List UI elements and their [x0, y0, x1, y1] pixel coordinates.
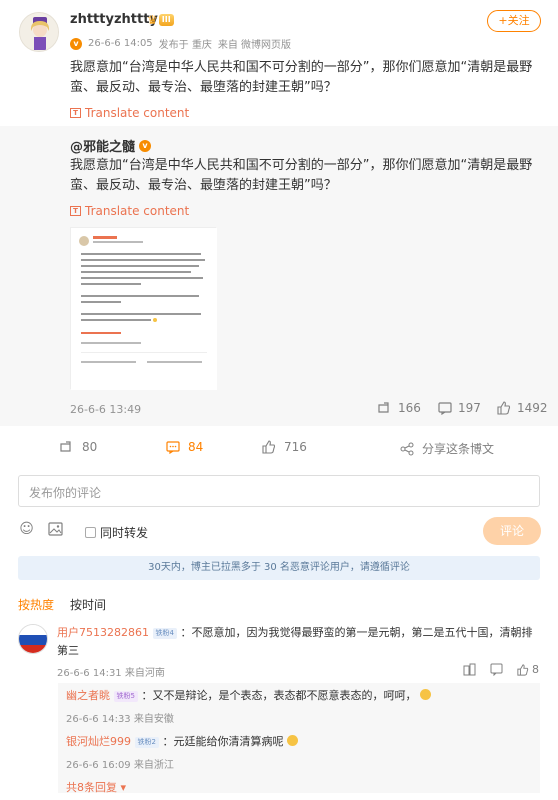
reply-text: ：元廷能给你清清算病呢	[162, 735, 284, 748]
fan-badge: 铁粉4	[152, 628, 177, 639]
comment-source: 来自河南	[124, 668, 165, 679]
repost-icon	[60, 440, 71, 452]
translate-label: Translate content	[85, 106, 190, 120]
reply-user[interactable]: 幽之者眺	[66, 689, 110, 702]
reply-source: 来自安徽	[133, 714, 174, 725]
image-upload-icon[interactable]	[48, 522, 63, 537]
comment-tools: ☺	[19, 522, 63, 537]
sort-tabs: 按热度 按时间	[18, 596, 106, 613]
translate-label: Translate content	[85, 204, 190, 218]
crown-icon: ♛	[147, 13, 158, 27]
repost-repost-count[interactable]: 166	[378, 401, 421, 415]
repost-image-thumbnail[interactable]	[70, 227, 217, 390]
reply-meta: 26-6-6 16:09 来自浙江	[66, 756, 174, 771]
post-text: 我愿意加“台湾是中华人民共和国不可分割的一部分”，那你们愿意加“清朝是最野蛮、最…	[70, 60, 533, 95]
reply-source: 来自浙江	[133, 760, 174, 771]
post-date[interactable]: 26-6-6 14:05	[88, 38, 153, 49]
repost-author-name[interactable]: @邪能之髓	[70, 136, 135, 155]
like-button[interactable]: 716	[262, 440, 307, 454]
translate-icon: T	[70, 108, 81, 118]
more-replies-link[interactable]: 共8条回复 ▾	[66, 779, 126, 795]
tab-time[interactable]: 按时间	[70, 596, 106, 613]
reply-item: 银河灿烂999 铁粉2 ：元廷能给你清清算病呢	[66, 734, 298, 750]
comment-count: 84	[188, 440, 204, 454]
checkbox[interactable]	[85, 527, 96, 538]
like-count-value: 1492	[517, 401, 548, 415]
comment-meta: 26-6-6 14:31 来自河南	[57, 664, 165, 679]
post-location: 发布于 重庆	[158, 40, 212, 51]
submit-comment-button[interactable]: 评论	[483, 517, 541, 545]
translate-icon: T	[70, 206, 81, 216]
reply-text: ：又不是辩论，是个表态，表态都不愿意表态的，呵呵，	[141, 689, 417, 702]
reply-icon[interactable]	[490, 663, 503, 676]
comment-body: 用户7513282861 铁粉4 ：不愿意加，因为我觉得最野蛮的第一是元朝，第二…	[57, 624, 541, 660]
verified-icon: v	[139, 139, 152, 152]
comment-like-button[interactable]: 8	[517, 663, 539, 676]
reply-user[interactable]: 银河灿烂999	[66, 735, 131, 748]
repost-button[interactable]: 80	[60, 440, 97, 454]
thumbs-up-icon	[497, 401, 511, 415]
follow-button[interactable]: +关注	[487, 10, 541, 32]
comment-actions: 8	[463, 663, 539, 676]
share-button[interactable]: 分享这条博文	[400, 440, 494, 457]
moderation-notice[interactable]: 30天内，博主已拉黑多于 30 名恶意评论用户，请遵循评论	[18, 556, 540, 580]
thumbs-up-icon	[262, 440, 276, 454]
fan-badge: 铁粉5	[113, 691, 138, 702]
comment-icon	[166, 440, 180, 454]
thumbs-up-icon	[517, 663, 529, 676]
reply-item: 幽之者眺 铁粉5 ：又不是辩论，是个表态，表态都不愿意表态的，呵呵，	[66, 688, 431, 704]
repost-date[interactable]: 26-6-6 13:49	[70, 403, 141, 416]
share-icon	[400, 442, 414, 455]
reply-meta: 26-6-6 14:33 来自安徽	[66, 710, 174, 725]
translate-link[interactable]: T Translate content	[70, 106, 189, 120]
tab-hot[interactable]: 按热度	[18, 596, 54, 613]
share-label: 分享这条博文	[422, 442, 495, 456]
repost-like-count[interactable]: 1492	[497, 401, 548, 415]
vip-badge: ♛ III	[147, 13, 174, 27]
report-icon[interactable]	[463, 663, 476, 676]
repost-text: 我愿意加“台湾是中华人民共和国不可分割的一部分”，那你们愿意加“清朝是最野蛮、最…	[70, 158, 533, 193]
comment-input[interactable]: 发布你的评论	[18, 475, 540, 507]
repost-count-value: 166	[398, 401, 421, 415]
laugh-emoji-icon	[286, 735, 298, 746]
like-count: 716	[284, 440, 307, 454]
verified-icon: v	[70, 37, 82, 50]
more-replies-label: 共8条回复	[66, 781, 117, 794]
repost-icon	[378, 401, 389, 413]
comment-like-count: 8	[532, 663, 539, 676]
also-repost-checkbox[interactable]: 同时转发	[85, 524, 148, 541]
author-avatar[interactable]	[19, 12, 59, 52]
comment-count-value: 197	[458, 401, 481, 415]
author-name[interactable]: zhtttyzhttty	[70, 12, 158, 27]
commenter-avatar[interactable]	[18, 624, 48, 654]
repost-comment-count[interactable]: 197	[438, 401, 481, 415]
vip-level: III	[158, 14, 174, 26]
comment-icon	[438, 401, 452, 415]
smile-emoji-icon	[419, 689, 431, 700]
emoji-icon[interactable]: ☺	[19, 522, 34, 537]
repost-translate-link[interactable]: T Translate content	[70, 204, 189, 218]
comment-date: 26-6-6 14:31	[57, 668, 122, 679]
reply-date: 26-6-6 14:33	[66, 714, 131, 725]
reply-date: 26-6-6 16:09	[66, 760, 131, 771]
comment-button[interactable]: 84	[166, 440, 203, 454]
commenter-name[interactable]: 用户7513282861	[57, 626, 149, 639]
screenshot-image	[71, 228, 217, 390]
also-repost-label: 同时转发	[100, 526, 149, 540]
post-source: 来自 微博网页版	[217, 40, 292, 51]
chevron-down-icon: ▾	[120, 781, 127, 794]
repost-count: 80	[82, 440, 98, 454]
fan-badge: 铁粉2	[134, 737, 159, 748]
repost-author[interactable]: @邪能之髓 v	[70, 136, 152, 155]
post-meta: v 26-6-6 14:05 发布于 重庆 来自 微博网页版	[70, 36, 291, 51]
